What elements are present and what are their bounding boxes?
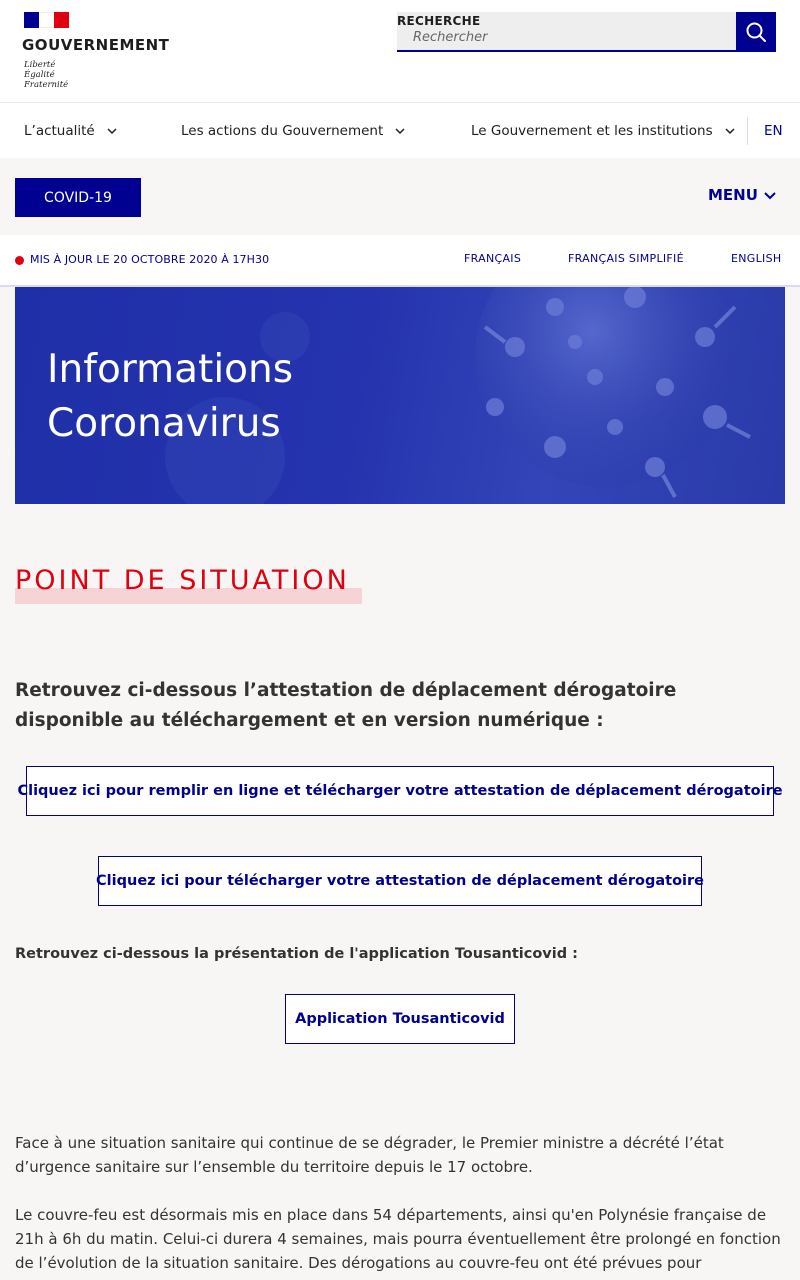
- nav-item-label: L’actualité: [24, 122, 95, 139]
- chevron-down-icon: [107, 127, 117, 134]
- nav-item-institutions[interactable]: Le Gouvernement et les institutions: [471, 103, 735, 158]
- section-title: POINT DE SITUATION: [15, 565, 350, 596]
- marianne-flag-icon: [24, 12, 69, 28]
- lang-francais[interactable]: FRANÇAIS: [464, 252, 521, 265]
- motto: Liberté Égalité Fraternité: [24, 60, 169, 90]
- app-intro-text: Retrouvez ci-dessous la présentation de …: [15, 946, 578, 962]
- nav-item-label: Le Gouvernement et les institutions: [471, 122, 713, 139]
- chevron-down-icon: [725, 127, 735, 134]
- menu-label: MENU: [708, 186, 758, 204]
- body-paragraph: Le couvre-feu est désormais mis en place…: [15, 1206, 781, 1272]
- motto-line: Égalité: [24, 70, 55, 80]
- search-icon: [746, 22, 766, 42]
- lang-english[interactable]: ENGLISH: [731, 252, 781, 265]
- nav-item-actualite[interactable]: L’actualité: [24, 103, 117, 158]
- hero-title-line: Informations: [47, 347, 294, 392]
- update-timestamp: MIS À JOUR LE 20 OCTOBRE 2020 À 17H30: [30, 253, 270, 266]
- motto-line: Fraternité: [24, 80, 69, 90]
- search-label: RECHERCHE: [397, 14, 481, 28]
- download-attestation-link[interactable]: Cliquez ici pour télécharger votre attes…: [96, 856, 704, 906]
- chevron-down-icon: [764, 192, 776, 200]
- hero-title-line: Coronavirus: [47, 401, 281, 446]
- live-dot-icon: [15, 256, 24, 265]
- gov-name: GOUVERNEMENT: [22, 36, 170, 54]
- lead-paragraph: Retrouvez ci-dessous l’attestation de dé…: [15, 680, 677, 731]
- update-bar: MIS À JOUR LE 20 OCTOBRE 2020 À 17H30 FR…: [0, 235, 800, 287]
- site-header: GOUVERNEMENT Liberté Égalité Fraternité …: [0, 0, 800, 103]
- covid-19-button[interactable]: COVID-19: [15, 178, 141, 217]
- menu-button[interactable]: MENU: [708, 186, 776, 204]
- hero-title: Informations Coronavirus: [47, 343, 293, 451]
- language-switch-en[interactable]: EN: [764, 103, 783, 158]
- hero-banner: Informations Coronavirus: [15, 287, 785, 504]
- main-nav: L’actualité Les actions du Gouvernement …: [0, 103, 800, 158]
- government-logo[interactable]: GOUVERNEMENT Liberté Égalité Fraternité: [22, 12, 169, 90]
- fill-online-attestation-link[interactable]: Cliquez ici pour remplir en ligne et tél…: [17, 766, 783, 816]
- body-paragraph: Face à une situation sanitaire qui conti…: [15, 1134, 724, 1176]
- nav-item-actions[interactable]: Les actions du Gouvernement: [181, 103, 405, 158]
- nav-divider: [747, 117, 748, 145]
- chevron-down-icon: [395, 127, 405, 134]
- motto-line: Liberté: [24, 60, 56, 70]
- search-button[interactable]: [736, 12, 776, 52]
- tousanticovid-app-link[interactable]: Application Tousanticovid: [285, 994, 515, 1044]
- lang-francais-simplifie[interactable]: FRANÇAIS SIMPLIFIÉ: [568, 252, 684, 265]
- nav-item-label: Les actions du Gouvernement: [181, 122, 384, 139]
